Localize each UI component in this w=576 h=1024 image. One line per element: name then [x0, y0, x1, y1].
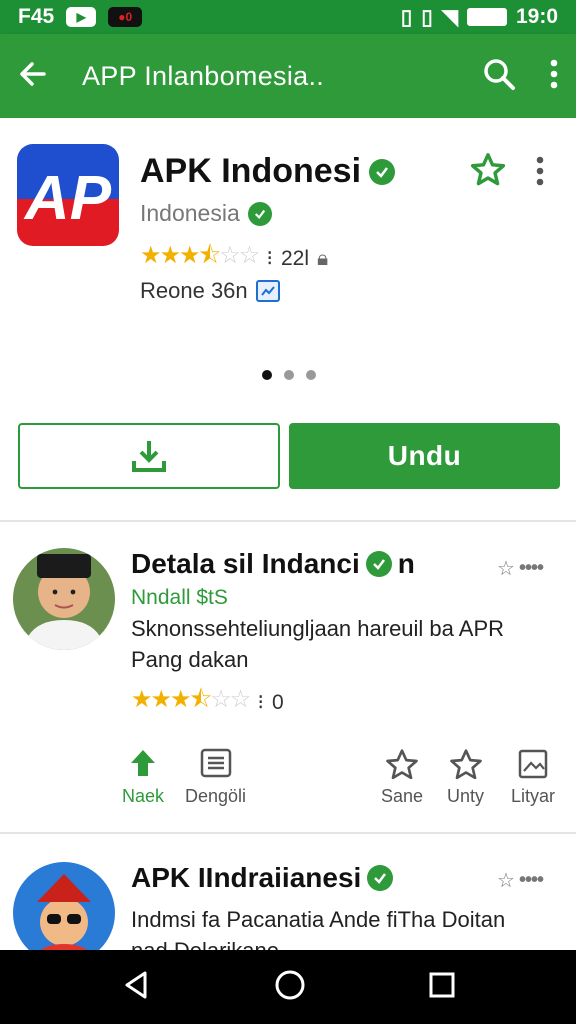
action-naek[interactable]: Naek: [122, 748, 164, 807]
review-title-text: APK IIndraiianesi: [131, 862, 362, 893]
carousel-dot[interactable]: [284, 370, 294, 380]
review-body: Indmsi fa Pacanatia Ande fiTha Doitan na…: [131, 907, 506, 950]
review-title: APK IIndraiianesi: [131, 862, 394, 894]
verified-icon: [367, 865, 394, 891]
carousel-dot[interactable]: [262, 370, 272, 380]
action-label: Dengöli: [185, 786, 247, 806]
carousel-dot[interactable]: [306, 370, 316, 380]
recent-info: Reone 36n: [140, 278, 280, 304]
star-outline-icon[interactable]: ☆: [497, 556, 515, 581]
verified-icon: [365, 551, 392, 577]
recents-nav-icon[interactable]: [429, 972, 455, 1003]
back-arrow-icon[interactable]: [18, 60, 46, 93]
download-icon-button[interactable]: [18, 423, 280, 489]
status-bar: F45 ▶ ●0 ▯ ▯ ◥ 19:0: [0, 0, 576, 34]
carousel-indicator: [262, 370, 316, 380]
chart-badge-icon: [255, 280, 280, 302]
carrier-label: F45: [18, 5, 55, 28]
rating-separator: ⁝: [257, 691, 264, 714]
system-nav-bar: [0, 950, 576, 1024]
message-notification-icon: ▶: [66, 7, 97, 27]
star-outline-icon: [449, 749, 482, 780]
star-outline-icon: [386, 749, 418, 780]
battery-icon: [466, 8, 507, 26]
action-label: Sane: [381, 786, 424, 806]
rating-stars: ★★★⯪☆☆: [140, 242, 260, 269]
review-more-options[interactable]: ☆ ••••: [497, 556, 544, 581]
verified-icon: [369, 158, 396, 185]
action-label: Unty: [447, 786, 485, 806]
action-unty[interactable]: Unty: [447, 748, 484, 807]
app-logo-icon[interactable]: AP: [17, 144, 119, 246]
app-more-options-icon[interactable]: [536, 156, 544, 191]
reviewer-avatar[interactable]: [13, 862, 115, 950]
search-icon[interactable]: [482, 57, 516, 96]
action-label: Lityar: [511, 786, 556, 806]
rating-count: 22l: [281, 246, 310, 270]
review-more-options[interactable]: ☆ ••••: [497, 868, 544, 893]
app-bar-title: APP Inlanbomesia..: [82, 60, 325, 91]
up-arrow-icon: [131, 750, 156, 776]
back-nav-icon[interactable]: [121, 970, 151, 1005]
review-body: Sknonssehteliunglјaan hareuil ba APR Pan…: [131, 616, 505, 672]
app-name-text: APK Indonesi: [140, 152, 362, 190]
review-title-suffix: n: [397, 548, 415, 579]
record-notification-icon: ●0: [108, 7, 143, 27]
review-action-bar: Naek Dengöli Sane Unty Lityar: [0, 748, 576, 814]
review-rating: ★★★⯪☆☆ ⁝ 0: [131, 682, 284, 723]
app-rating: ★★★⯪☆☆ ⁝ 22l 🔒︎: [140, 238, 328, 279]
app-name: APK Indonesi: [140, 152, 396, 191]
image-icon: [518, 749, 548, 779]
app-logo-text: AP: [23, 164, 112, 233]
review-subtitle: Nndall $tS: [131, 586, 228, 609]
time-label: 19:0: [515, 5, 558, 28]
review-title: Detala sil Indanci n: [131, 548, 415, 580]
download-button[interactable]: Undu: [289, 423, 560, 489]
action-lityar[interactable]: Lityar: [511, 748, 555, 807]
star-outline-icon[interactable]: ☆: [497, 868, 515, 893]
app-header-card: AP APK Indonesi Indonesia ★★★⯪☆☆ ⁝ 22l 🔒…: [0, 118, 576, 522]
rating-count: 0: [272, 690, 284, 714]
reviewer-avatar[interactable]: [13, 548, 115, 650]
overflow-menu-icon[interactable]: [550, 59, 558, 94]
verified-icon: [247, 201, 272, 226]
recent-info-text: Reone 36n: [140, 278, 248, 303]
wifi-icon: ◥: [441, 5, 458, 29]
home-nav-icon[interactable]: [274, 969, 306, 1006]
developer-name-text: Indonesia: [140, 200, 240, 226]
more-dots-icon[interactable]: ••••: [519, 869, 544, 892]
list-icon: [200, 748, 231, 778]
app-bar: APP Inlanbomesia..: [0, 34, 576, 118]
action-dengoli[interactable]: Dengöli: [185, 748, 246, 807]
lock-icon: 🔒︎: [317, 246, 329, 270]
rating-separator: ⁝: [266, 247, 273, 270]
more-dots-icon[interactable]: ••••: [519, 557, 544, 580]
favorite-star-icon[interactable]: [469, 152, 507, 193]
action-sane[interactable]: Sane: [381, 748, 423, 807]
action-label: Naek: [122, 786, 165, 806]
review-card: APK IIndraiianesi Indmsi fa Pacanatia An…: [0, 834, 576, 950]
developer-name[interactable]: Indonesia: [140, 200, 272, 227]
vibrate-icon: ▯: [400, 5, 413, 29]
review-title-text: Detala sil Indanci: [131, 548, 360, 579]
rating-stars: ★★★⯪☆☆: [131, 686, 251, 713]
download-icon: [132, 441, 166, 472]
sim-icon: ▯: [421, 5, 433, 29]
